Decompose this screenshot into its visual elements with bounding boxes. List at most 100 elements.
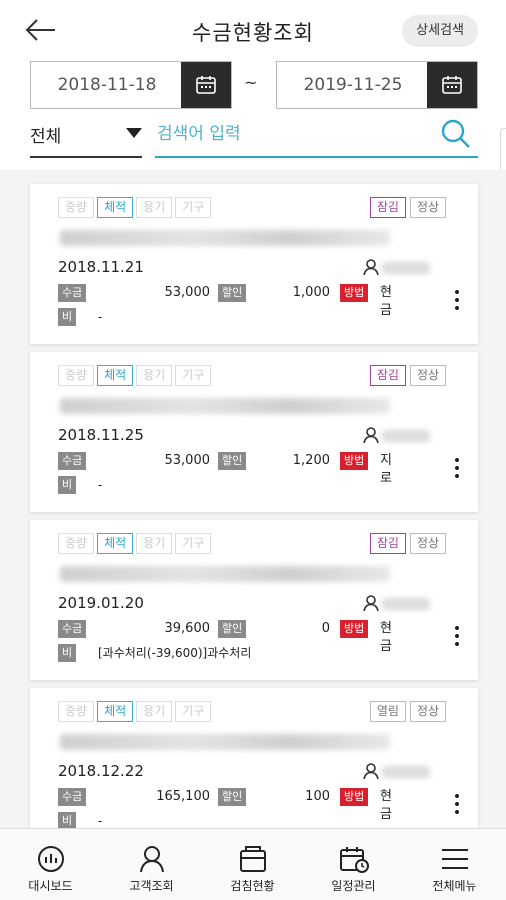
status-badges: 잠김 정상 [366,364,446,386]
blurred-address [60,398,390,414]
calendar-icon [196,76,216,94]
blurred-address [60,230,390,246]
status-badge: 정상 [409,197,446,218]
discount-label: 할인 [218,788,247,806]
discount-amount: 1,200 [292,453,330,468]
type-tag: 중량 [58,533,95,554]
amount-row: 수금 53,000 할인 1,000 방법 현금 [58,284,392,318]
discount-label: 할인 [218,620,247,638]
type-tag: 기구 [175,533,212,554]
tab-customer[interactable]: 고객조회 [101,829,202,900]
note-label: 비고 [58,644,77,677]
discount-label: 할인 [218,452,247,470]
more-options-icon[interactable] [454,458,460,480]
method-label: 방법 [340,452,369,470]
note-label: 비고 [58,476,77,509]
collect-label: 수금 [58,284,87,302]
type-tag: 중량 [58,365,95,386]
type-tag: 체적 [97,365,134,386]
calendar-icon [442,76,462,94]
type-tag: 중량 [58,701,95,722]
bottom-tab-bar: 대시보드 고객조회 검침현황 일정관리 전체메뉴 [0,828,506,900]
collection-card[interactable]: 중량 체적 용기 기구 잠김 정상 2019.01.20 수금 39,600 할인 0 … [30,520,478,680]
type-tags: 중량 체적 용기 기구 [58,532,214,554]
more-options-icon[interactable] [454,626,460,648]
amount-row: 수금 39,600 할인 0 방법 현금 [58,620,392,654]
collection-list[interactable]: 중량 체적 용기 기구 잠김 정상 2018.11.21 수금 53,000 할인 1,… [0,170,506,828]
blurred-address [60,566,390,582]
collection-date: 2018.11.21 [58,258,144,276]
more-options-icon[interactable] [454,290,460,312]
type-tag: 용기 [136,197,173,218]
note-value: - [98,478,103,492]
note-value: - [98,310,103,324]
discount-label: 할인 [218,284,247,302]
search-input[interactable] [155,116,425,152]
discount-amount: 0 [321,621,330,636]
date-to-field[interactable]: 2019-11-25 [276,61,478,109]
payment-method: 현금 [380,285,392,318]
discount-amount: 1,000 [292,285,330,300]
type-tag: 용기 [136,701,173,722]
search-row: 전체 [30,116,478,160]
note-value: - [98,814,103,828]
person-icon [363,427,379,444]
tab-label: 대시보드 [28,879,73,893]
status-badge: 열림 [369,701,406,722]
type-tag: 용기 [136,533,173,554]
person-icon [363,595,379,612]
method-label: 방법 [340,284,369,302]
app-header: 수금현황조회 상세검색 [0,0,506,62]
blurred-customer-name [382,598,430,610]
more-options-icon[interactable] [454,794,460,816]
type-tag: 기구 [175,197,212,218]
collection-date: 2018.11.25 [58,426,144,444]
type-tag: 기구 [175,365,212,386]
collect-amount: 39,600 [164,621,211,636]
collection-card[interactable]: 중량 체적 용기 기구 잠김 정상 2018.11.21 수금 53,000 할인 1,… [30,184,478,344]
date-to-value: 2019-11-25 [303,75,403,95]
date-from-value: 2018-11-18 [57,75,157,95]
status-badges: 잠김 정상 [366,196,446,218]
payment-method: 현금 [380,621,392,654]
collect-label: 수금 [58,620,87,638]
type-tag: 중량 [58,197,95,218]
collect-amount: 165,100 [156,789,210,804]
date-from-calendar-button[interactable] [181,62,231,108]
collection-card[interactable]: 중량 체적 용기 기구 열림 정상 2018.12.22 수금 165,100 할인 1… [30,688,478,828]
status-badge: 잠김 [369,533,406,554]
type-tag: 체적 [97,701,134,722]
date-from-field[interactable]: 2018-11-18 [30,61,232,109]
customer-icon [140,846,164,873]
detail-search-button[interactable]: 상세검색 [402,15,478,47]
blurred-address [60,734,390,750]
collect-amount: 53,000 [164,285,211,300]
method-label: 방법 [340,788,369,806]
dashboard-icon [38,846,64,872]
tab-label: 고객조회 [129,879,174,893]
date-to-calendar-button[interactable] [427,62,477,108]
status-badge: 정상 [409,701,446,722]
type-tag: 체적 [97,533,134,554]
tab-label: 검침현황 [230,879,275,893]
status-badge: 정상 [409,533,446,554]
tab-dashboard[interactable]: 대시보드 [0,829,101,900]
search-icon[interactable] [440,118,472,150]
collection-card[interactable]: 중량 체적 용기 기구 잠김 정상 2018.11.25 수금 53,000 할인 1,… [30,352,478,512]
category-select[interactable]: 전체 [30,116,142,158]
type-tags: 중량 체적 용기 기구 [58,700,214,722]
collect-label: 수금 [58,788,87,806]
person-icon [363,259,379,276]
tab-schedule[interactable]: 일정관리 [303,829,404,900]
blurred-customer-name [382,262,430,274]
note-value: [과수처리(-39,600)]과수처리 [98,646,252,660]
type-tags: 중량 체적 용기 기구 [58,364,214,386]
search-field[interactable] [155,116,478,158]
collect-label: 수금 [58,452,87,470]
discount-amount: 100 [305,789,330,804]
tab-meter[interactable]: 검침현황 [202,829,303,900]
type-tag: 체적 [97,197,134,218]
tab-all-menu[interactable]: 전체메뉴 [404,829,505,900]
type-tags: 중량 체적 용기 기구 [58,196,214,218]
tab-label: 전체메뉴 [432,879,477,893]
